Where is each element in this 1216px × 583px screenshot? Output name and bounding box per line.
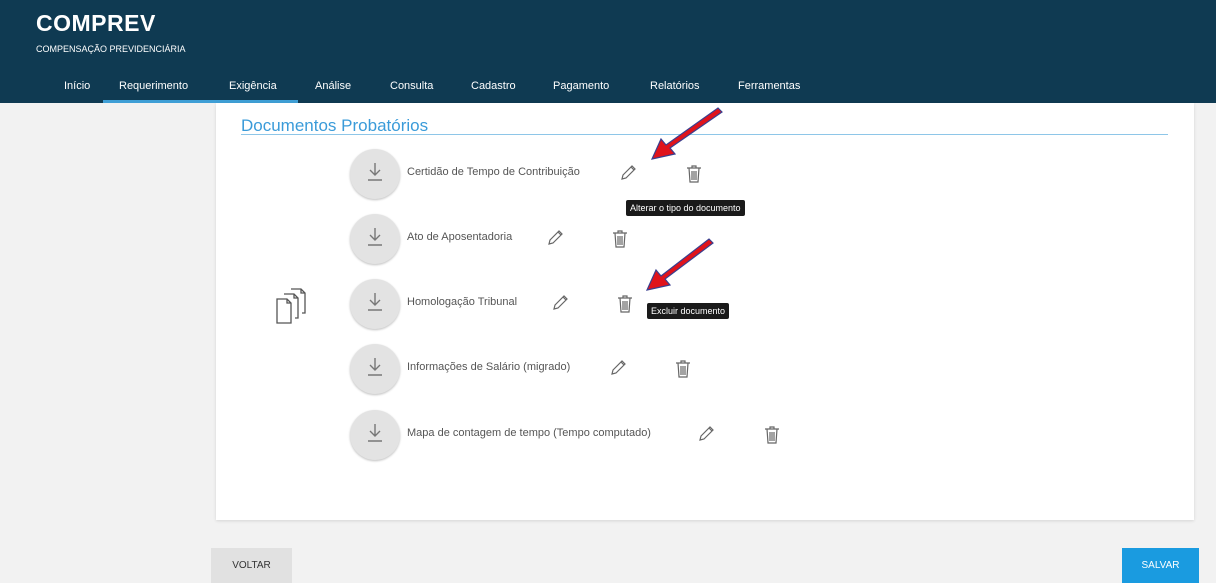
nav-item-ferramentas[interactable]: Ferramentas bbox=[738, 80, 800, 92]
pencil-icon[interactable] bbox=[696, 424, 716, 444]
download-icon bbox=[368, 228, 382, 246]
annotation-arrow-edit bbox=[650, 107, 723, 160]
download-button[interactable] bbox=[350, 410, 400, 460]
delete-tooltip: Excluir documento bbox=[647, 303, 730, 319]
section-title: Documentos Probatórios bbox=[241, 116, 429, 135]
trash-icon[interactable] bbox=[762, 424, 782, 446]
download-icon bbox=[368, 293, 382, 311]
annotation-arrow-delete bbox=[645, 238, 714, 291]
document-name: Ato de Aposentadoria bbox=[407, 231, 513, 243]
nav-item-analise[interactable]: Análise bbox=[315, 80, 351, 92]
back-button[interactable]: VOLTAR bbox=[211, 548, 292, 583]
document-name: Informações de Salário (migrado) bbox=[407, 361, 571, 373]
nav-item-requerimento[interactable]: Requerimento bbox=[119, 80, 188, 92]
download-icon bbox=[368, 424, 382, 442]
save-button[interactable]: SALVAR bbox=[1122, 548, 1199, 583]
document-name: Certidão de Tempo de Contribuição bbox=[407, 166, 580, 178]
download-icon bbox=[368, 163, 382, 181]
nav-item-exigencia[interactable]: Exigência bbox=[229, 80, 277, 92]
download-button[interactable] bbox=[350, 149, 400, 199]
trash-icon[interactable] bbox=[673, 358, 693, 380]
download-icon bbox=[368, 358, 382, 376]
download-button[interactable] bbox=[350, 279, 400, 329]
nav-item-pagamento[interactable]: Pagamento bbox=[553, 80, 609, 92]
nav-item-relatorios[interactable]: Relatórios bbox=[650, 80, 700, 92]
nav-item-cadastro[interactable]: Cadastro bbox=[471, 80, 516, 92]
trash-icon[interactable] bbox=[610, 228, 630, 250]
pencil-icon[interactable] bbox=[618, 163, 638, 183]
app-subtitle: COMPENSAÇÃO PREVIDENCIÁRIA bbox=[36, 44, 186, 54]
app-header: COMPREV COMPENSAÇÃO PREVIDENCIÁRIA Iníci… bbox=[0, 0, 1216, 103]
documents-stack-icon bbox=[274, 287, 314, 327]
document-name: Mapa de contagem de tempo (Tempo computa… bbox=[407, 427, 651, 439]
document-row: Informações de Salário (migrado) bbox=[350, 344, 750, 394]
trash-icon[interactable] bbox=[615, 293, 635, 315]
pencil-icon[interactable] bbox=[608, 358, 628, 378]
nav-item-consulta[interactable]: Consulta bbox=[390, 80, 433, 92]
document-name: Homologação Tribunal bbox=[407, 296, 518, 308]
nav-item-inicio[interactable]: Início bbox=[64, 80, 90, 92]
download-button[interactable] bbox=[350, 214, 400, 264]
document-row: Mapa de contagem de tempo (Tempo computa… bbox=[350, 410, 810, 460]
trash-icon[interactable] bbox=[684, 163, 704, 185]
pencil-icon[interactable] bbox=[550, 293, 570, 313]
download-button[interactable] bbox=[350, 344, 400, 394]
pencil-icon[interactable] bbox=[545, 228, 565, 248]
main-nav: Início Requerimento Exigência Análise Co… bbox=[0, 70, 1216, 103]
app-title: COMPREV bbox=[36, 10, 156, 36]
